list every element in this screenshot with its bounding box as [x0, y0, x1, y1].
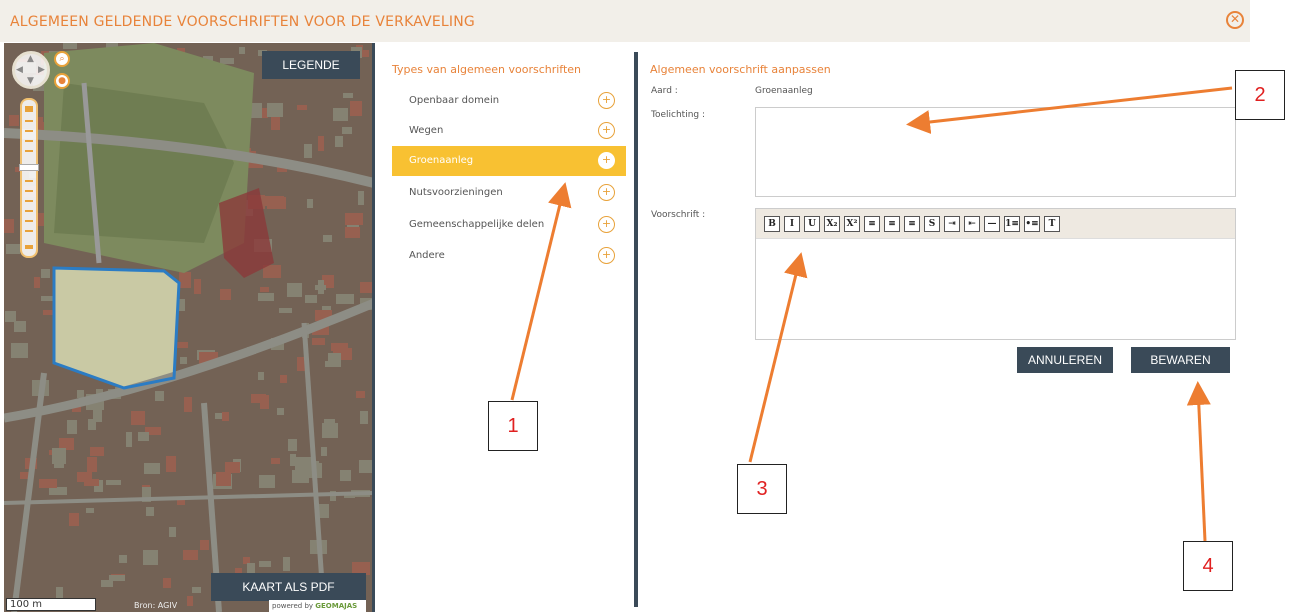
toelichting-label: Toelichting : [651, 110, 706, 120]
type-item-gemeenschappelijke-delen[interactable]: Gemeenschappelijke delen + [392, 210, 626, 240]
type-item-label: Gemeenschappelijke delen [409, 219, 545, 230]
add-circle-icon[interactable]: + [598, 92, 615, 109]
map-source: Bron: AGIV [134, 601, 178, 610]
ordered-list-icon[interactable]: 1≡ [1004, 216, 1020, 232]
annotation-callout-1: 1 [488, 401, 538, 451]
map-panel[interactable]: ▲ ▼ ◀ ▶ ⌕ ● LEGENDE KAART ALS PDF 100 m Br… [4, 43, 372, 612]
panel-splitter[interactable] [634, 52, 638, 607]
type-item-wegen[interactable]: Wegen + [392, 116, 626, 146]
aard-label: Aard : [651, 86, 678, 96]
type-item-label: Groenaanleg [409, 155, 474, 166]
strikethrough-icon[interactable]: S [924, 216, 940, 232]
powered-by-logo: powered by GEOMAJAS [269, 600, 366, 612]
type-item-label: Andere [409, 250, 445, 261]
add-circle-icon[interactable]: + [598, 184, 615, 201]
aard-value: Groenaanleg [755, 86, 813, 96]
annotation-callout-2: 2 [1235, 70, 1285, 120]
type-item-nutsvoorzieningen[interactable]: Nutsvoorzieningen + [392, 178, 626, 208]
types-title: Types van algemeen voorschriften [392, 63, 582, 76]
underline-icon[interactable]: U [804, 216, 820, 232]
align-left-icon[interactable]: ≡ [864, 216, 880, 232]
map-pan-control[interactable]: ▲ ▼ ◀ ▶ [12, 51, 50, 89]
bold-icon[interactable]: B [764, 216, 780, 232]
dialog-title-bar: ALGEMEEN GELDENDE VOORSCHRIFTEN VOOR DE … [0, 0, 1250, 42]
zoom-out-icon[interactable] [25, 245, 33, 249]
voorschrift-label: Voorschrift : [651, 210, 706, 220]
outdent-icon[interactable]: ⇤ [964, 216, 980, 232]
type-item-andere[interactable]: Andere + [392, 241, 626, 271]
subscript-icon[interactable]: X₂ [824, 216, 840, 232]
type-item-label: Wegen [409, 125, 444, 136]
voorschrift-editor[interactable]: B I U X₂ X² ≡ ≡ ≡ S ⇥ ⇤ —1≡ •≡ T [755, 208, 1236, 340]
location-pin-icon[interactable]: ● [54, 73, 70, 89]
panel-splitter[interactable] [372, 43, 375, 612]
zoom-search-icon[interactable]: ⌕ [54, 51, 70, 67]
scale-bar: 100 m [6, 598, 96, 611]
align-center-icon[interactable]: ≡ [884, 216, 900, 232]
map-pdf-button[interactable]: KAART ALS PDF [211, 573, 366, 601]
indent-icon[interactable]: ⇥ [944, 216, 960, 232]
form-title: Algemeen voorschrift aanpassen [650, 63, 831, 76]
type-item-openbaar-domein[interactable]: Openbaar domein + [392, 86, 626, 116]
italic-icon[interactable]: I [784, 216, 800, 232]
zoom-in-icon[interactable] [25, 106, 33, 112]
zoom-slider[interactable] [19, 98, 39, 258]
close-icon[interactable]: ✕ [1226, 11, 1244, 29]
horizontal-rule-icon[interactable]: — [984, 216, 1000, 232]
toelichting-field[interactable] [755, 107, 1236, 197]
bullet-list-icon[interactable]: •≡ [1024, 216, 1040, 232]
add-circle-icon[interactable]: + [598, 247, 615, 264]
cancel-button[interactable]: ANNULEREN [1017, 347, 1113, 373]
legend-button[interactable]: LEGENDE [262, 51, 360, 79]
map-imagery[interactable] [4, 43, 372, 612]
annotation-callout-4: 4 [1183, 541, 1233, 591]
editor-toolbar: B I U X₂ X² ≡ ≡ ≡ S ⇥ ⇤ —1≡ •≡ T [756, 209, 1235, 239]
add-circle-icon[interactable]: + [598, 216, 615, 233]
add-circle-icon[interactable]: + [598, 122, 615, 139]
type-item-label: Nutsvoorzieningen [409, 187, 503, 198]
type-item-groenaanleg[interactable]: Groenaanleg + [392, 146, 626, 176]
dialog-title: ALGEMEEN GELDENDE VOORSCHRIFTEN VOOR DE … [10, 14, 475, 30]
zoom-handle[interactable] [19, 164, 39, 171]
annotation-arrow-4 [1186, 381, 1211, 542]
type-item-label: Openbaar domein [409, 95, 500, 106]
align-right-icon[interactable]: ≡ [904, 216, 920, 232]
save-button[interactable]: BEWAREN [1131, 347, 1230, 373]
add-circle-icon[interactable]: + [598, 152, 615, 169]
annotation-callout-3: 3 [737, 464, 787, 514]
superscript-icon[interactable]: X² [844, 216, 860, 232]
clear-format-icon[interactable]: T [1044, 216, 1060, 232]
